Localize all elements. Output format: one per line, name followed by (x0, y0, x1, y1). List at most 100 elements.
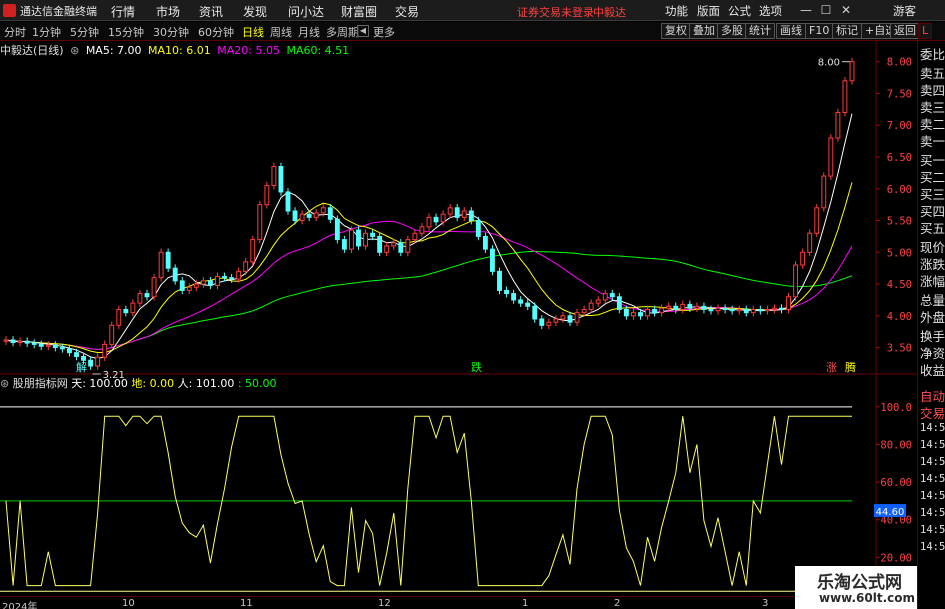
menu-banmian[interactable]: 版面 (697, 3, 720, 19)
period-1min[interactable]: 1分钟 (32, 24, 61, 40)
candle-up (384, 245, 390, 253)
indicator-name: 股朋指标网 (12, 377, 68, 390)
candle-up (391, 242, 397, 247)
candle-up (151, 277, 157, 298)
rp-time-3: 14:56 (920, 456, 945, 468)
menu-shichang[interactable]: 市场 (156, 3, 180, 20)
indicator-settings-icon[interactable]: ⊛ (0, 377, 9, 390)
candle-down (673, 305, 679, 310)
candle-up (271, 166, 277, 187)
candle-up (750, 308, 756, 314)
candle-down (638, 312, 643, 317)
candle-up (546, 321, 552, 326)
price-tick-label: 8.00 (887, 57, 912, 69)
menu-gongneng[interactable]: 功能 (665, 3, 688, 19)
menu-zixun[interactable]: 资讯 (199, 3, 223, 20)
period-fenshi[interactable]: 分时 (4, 24, 26, 40)
f10-button[interactable]: F10 (805, 23, 834, 39)
kline-chart[interactable]: 3.50 4.00 4.50 5.00 5.50 6.00 6.50 7.00 7.50 8.00… (0, 41, 917, 596)
rp-time-8: 14:56 (920, 541, 945, 553)
duogu-button[interactable]: 多股 (717, 23, 747, 39)
menu-gongshi[interactable]: 公式 (728, 3, 751, 19)
menu-faxian[interactable]: 发现 (243, 3, 267, 20)
candle-down (144, 293, 150, 298)
candle-up (680, 303, 686, 310)
rp-buy5[interactable]: 买五 (920, 218, 945, 237)
candle-up (595, 299, 601, 304)
candle-down (518, 299, 524, 304)
moving-average-lines (5, 113, 853, 360)
period-5min[interactable]: 5分钟 (70, 24, 99, 40)
candle-down (652, 308, 658, 314)
date-tick-11: 11 (240, 598, 253, 609)
candle-up (250, 239, 256, 263)
period-15min[interactable]: 15分钟 (108, 24, 144, 40)
candle-up (736, 308, 742, 312)
indicator-tian: 天: 100.00 (71, 377, 128, 390)
price-tick-label: 4.50 (887, 279, 912, 291)
period-month[interactable]: 月线 (298, 24, 320, 40)
back-button[interactable]: 返回 (890, 23, 920, 39)
period-multi[interactable]: 多周期 (326, 24, 359, 40)
candle-down (482, 235, 488, 250)
tongji-button[interactable]: 统计 (745, 23, 775, 39)
candle-down (208, 280, 213, 286)
settings-icon[interactable]: ⊛ (70, 44, 79, 57)
candle-up (426, 216, 432, 228)
stock-name-top: 中毅达 (593, 6, 626, 19)
rp-outer[interactable]: 外盘 (920, 307, 945, 326)
minimize-icon[interactable]: — (798, 2, 814, 18)
candle-up (772, 307, 777, 310)
candle-down (31, 342, 37, 345)
app-title: 通达信金融终端 (20, 5, 97, 18)
candle-up (821, 175, 827, 209)
period-day[interactable]: 日线 (242, 24, 264, 40)
candle-down (229, 277, 235, 280)
ma10-line (5, 182, 853, 353)
toolbar-scroll-icon[interactable]: ◀ (357, 25, 369, 37)
chart-title: 中毅达(日线) (0, 44, 64, 57)
huaxian-button[interactable]: 画线 (776, 23, 806, 39)
price-tick-label: 7.50 (887, 88, 912, 100)
maximize-icon[interactable]: ☐ (818, 2, 834, 18)
candle-up (264, 185, 270, 206)
candle-up (412, 232, 418, 241)
date-tick-2024: 2024年 (2, 602, 38, 609)
candle-up (800, 251, 806, 266)
period-week[interactable]: 周线 (270, 24, 292, 40)
diejia-button[interactable]: 叠加 (689, 23, 719, 39)
menu-xuanxiang[interactable]: 选项 (759, 3, 782, 19)
rp-time-5: 14:56 (920, 490, 945, 502)
close-icon[interactable]: ✕ (838, 2, 854, 18)
price-tick-label: 5.50 (887, 216, 912, 228)
candle-down (59, 347, 65, 350)
panel-toggle-l[interactable]: L (918, 23, 933, 39)
candle-down (701, 305, 707, 310)
rp-earnings[interactable]: 收益 (920, 360, 945, 379)
menu-wenxiaoda[interactable]: 问小达 (288, 3, 324, 20)
menu-jiaoyi[interactable]: 交易 (395, 3, 419, 20)
period-30min[interactable]: 30分钟 (153, 24, 189, 40)
rp-weibi[interactable]: 委比 (920, 44, 945, 63)
candle-down (334, 218, 340, 241)
app-logo-icon (3, 4, 16, 17)
date-tick-3: 3 (762, 598, 769, 609)
rp-sell1[interactable]: 卖一 (920, 131, 945, 150)
login-warning[interactable]: 证券交易未登录 (517, 4, 594, 20)
rp-trade[interactable]: 交易 (920, 403, 945, 422)
candle-down (490, 248, 495, 272)
period-more[interactable]: 更多 (373, 24, 395, 40)
period-60min[interactable]: 60分钟 (198, 24, 234, 40)
period-toolbar: 分时 1分钟 5分钟 15分钟 30分钟 60分钟 日线 周线 月线 多周期 更… (0, 22, 945, 41)
menu-hangqing[interactable]: 行情 (111, 3, 135, 20)
rp-change-pct[interactable]: 涨幅 (920, 271, 945, 290)
candle-up (659, 307, 665, 314)
candle-down (285, 191, 291, 212)
guest-label[interactable]: 游客 (893, 3, 916, 19)
menu-caifuquan[interactable]: 财富圈 (341, 3, 377, 20)
candle-up (17, 340, 23, 344)
biaoji-button[interactable]: 标记 (832, 23, 862, 39)
candle-up (715, 307, 721, 312)
fuquan-button[interactable]: 复权 (661, 23, 691, 39)
indicator-di: 地: 0.00 (131, 377, 175, 390)
